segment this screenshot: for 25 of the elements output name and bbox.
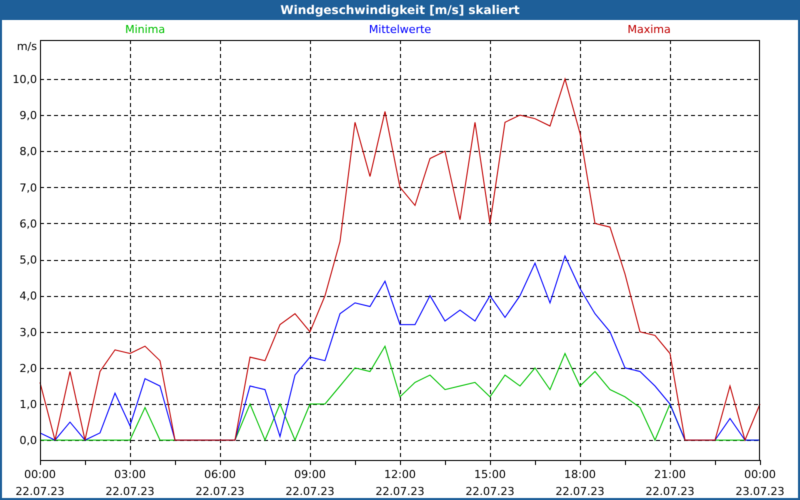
x-tick-label: 18:00 22.07.23 <box>556 468 604 498</box>
y-tick-label: 6,0 <box>20 217 37 230</box>
y-tick-label: 10,0 <box>12 73 37 86</box>
y-tick-label: 1,0 <box>20 398 37 412</box>
x-tick-label: 06:00 22.07.23 <box>196 468 244 498</box>
x-tick-label: 00:00 22.07.23 <box>16 468 64 498</box>
legend-label: Maxima <box>627 23 671 36</box>
y-tick-label: 8,0 <box>20 145 37 158</box>
x-tick-label: 09:00 22.07.23 <box>286 468 334 498</box>
y-tick-label: 7,0 <box>20 181 37 194</box>
x-tick-label: 00:00 23.07.23 <box>736 468 784 498</box>
x-tick-label: 15:00 22.07.23 <box>466 468 514 498</box>
y-tick-label: 2,0 <box>20 362 37 375</box>
y-tick-label: 9,0 <box>20 109 37 122</box>
legend-label: Mittelwerte <box>368 23 432 36</box>
y-tick-label: 3,0 <box>20 326 37 339</box>
y-tick-label: 0,0 <box>20 434 37 448</box>
x-tick-label: 12:00 22.07.23 <box>376 468 424 498</box>
x-tick-label: 03:00 22.07.23 <box>106 468 154 498</box>
y-tick-label: 5,0 <box>20 254 37 267</box>
legend-label: Minima <box>125 23 166 36</box>
y-tick-label: 4,0 <box>20 290 37 303</box>
window-title: Windgeschwindigkeit [m/s] skaliert <box>279 2 521 19</box>
y-axis-unit: m/s <box>16 40 37 53</box>
x-tick-label: 21:00 22.07.23 <box>646 468 694 498</box>
